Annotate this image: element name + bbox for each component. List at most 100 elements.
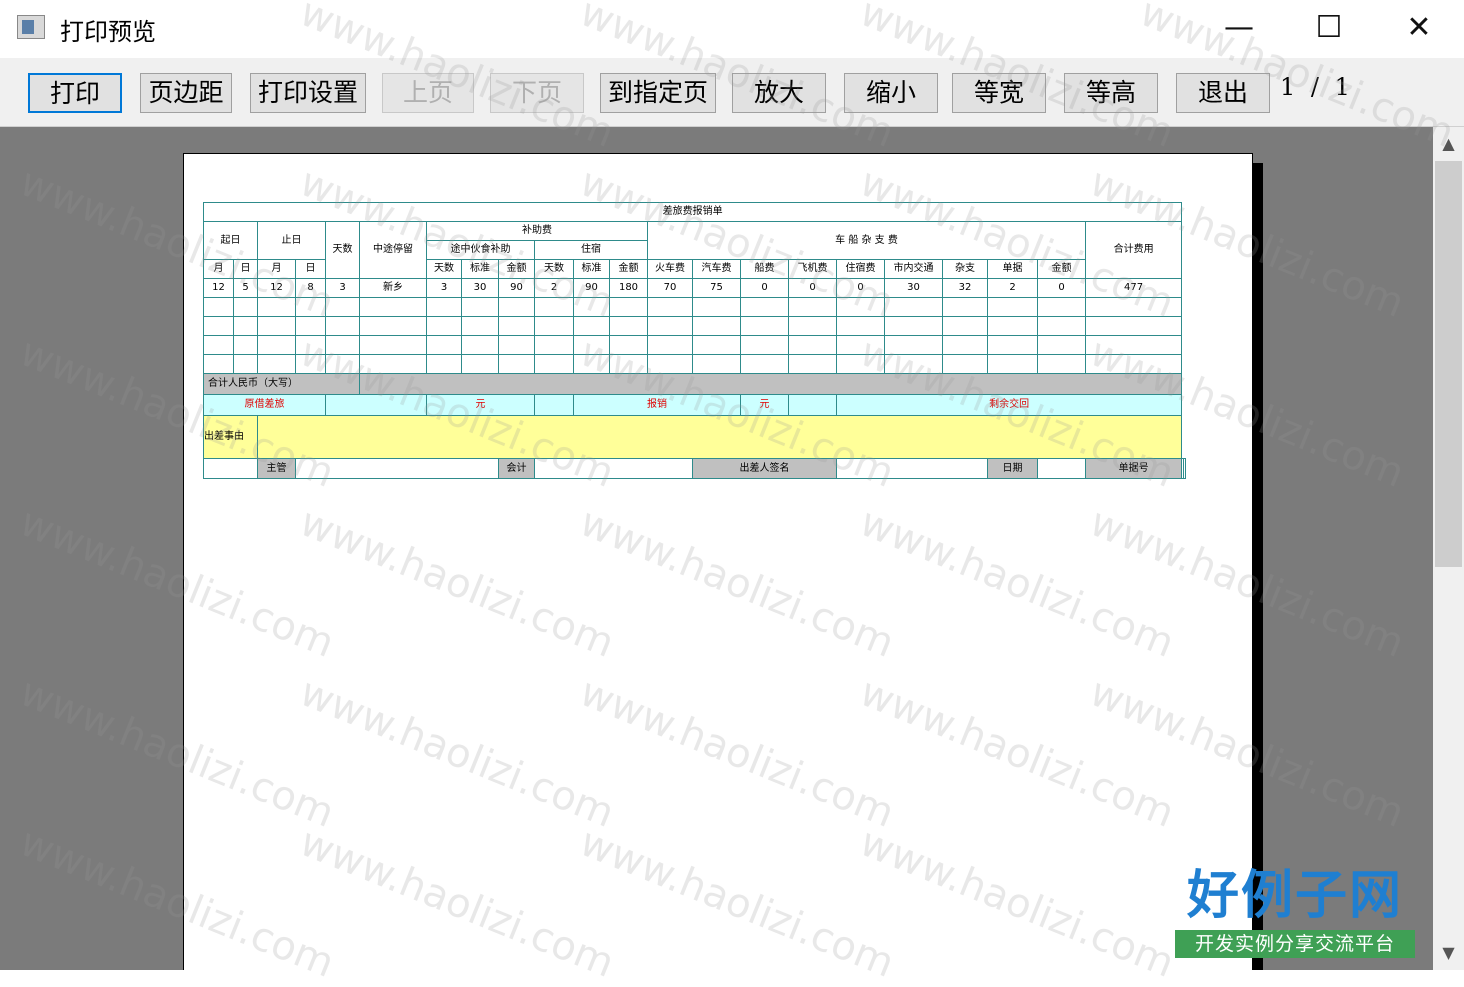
traveler-signature-label: 出差人签名 xyxy=(692,458,837,479)
header-meal-days: 天数 xyxy=(426,259,462,279)
header-lodging: 住宿 xyxy=(534,240,648,260)
supervisor-value xyxy=(295,458,499,479)
cell-lodge-std: 90 xyxy=(573,278,610,298)
scroll-up-icon[interactable]: ▲ xyxy=(1433,127,1464,161)
scroll-down-icon[interactable]: ▼ xyxy=(1433,936,1464,970)
cell-stop: 新乡 xyxy=(359,278,427,298)
exit-button[interactable]: 退出 xyxy=(1176,73,1270,113)
header-ship: 船费 xyxy=(740,259,789,279)
header-allowance: 补助费 xyxy=(426,221,648,241)
advance-value xyxy=(325,394,427,416)
header-vehicle: 车 船 杂 支 费 xyxy=(647,221,1086,260)
yuan-label: 元 xyxy=(426,394,535,416)
header-day: 日 xyxy=(233,259,258,279)
title-bar: 打印预览 — ☐ ✕ xyxy=(0,0,1464,58)
reimburse-value xyxy=(534,394,574,416)
toolbar: 打印 页边距 打印设置 上页 下页 到指定页 放大 缩小 等宽 等高 退出 xyxy=(0,58,1464,127)
cell-lodge-amt: 180 xyxy=(609,278,648,298)
maximize-button[interactable]: ☐ xyxy=(1284,0,1374,56)
settlement-row: 原借差旅 元 报销 元 剩余交回 xyxy=(203,394,1186,416)
fit-height-button[interactable]: 等高 xyxy=(1064,73,1158,113)
cell-end-day: 8 xyxy=(295,278,326,298)
header-month: 月 xyxy=(203,259,234,279)
preview-viewport[interactable]: 差旅费报销单 起日 止日 天数 中途停留 补助费 车 船 杂 支 费 合计费用 … xyxy=(0,127,1433,970)
doc-number-label: 单据号 xyxy=(1084,458,1183,479)
page-total: 1 xyxy=(1334,73,1350,101)
header-vehicle-amt: 金额 xyxy=(1037,259,1086,279)
header-month: 月 xyxy=(257,259,296,279)
preview-page: 差旅费报销单 起日 止日 天数 中途停留 补助费 车 船 杂 支 费 合计费用 … xyxy=(183,153,1253,970)
zoom-out-button[interactable]: 缩小 xyxy=(844,73,938,113)
fit-width-button[interactable]: 等宽 xyxy=(952,73,1046,113)
date-label: 日期 xyxy=(987,458,1038,479)
cell-end-month: 12 xyxy=(257,278,296,298)
header-lodge-amt: 金额 xyxy=(609,259,648,279)
logo-main-text: 好例子网 xyxy=(1186,866,1403,926)
yuan-label: 元 xyxy=(740,394,789,416)
header-meal-std: 标准 xyxy=(461,259,499,279)
accountant-label: 会计 xyxy=(498,458,535,479)
scroll-thumb[interactable] xyxy=(1435,161,1462,567)
cell-hotel: 0 xyxy=(836,278,885,298)
header-end-date: 止日 xyxy=(257,221,326,260)
header-bus: 汽车费 xyxy=(692,259,741,279)
cell-start-month: 12 xyxy=(203,278,234,298)
date-value xyxy=(1037,458,1086,479)
total-amount-value xyxy=(358,373,1183,395)
header-total: 合计费用 xyxy=(1084,221,1183,279)
header-lodge-std: 标准 xyxy=(573,259,610,279)
table-row xyxy=(203,354,1186,374)
accountant-value xyxy=(534,458,693,479)
cell-start-day: 5 xyxy=(233,278,258,298)
sheet-title: 差旅费报销单 xyxy=(202,202,1183,222)
prev-page-button[interactable]: 上页 xyxy=(382,73,474,113)
print-button[interactable]: 打印 xyxy=(28,73,122,113)
cell-lodge-days: 2 xyxy=(534,278,574,298)
header-meal-amt: 金额 xyxy=(498,259,535,279)
cell-city-transport: 30 xyxy=(884,278,943,298)
zoom-in-button[interactable]: 放大 xyxy=(732,73,826,113)
header-meal-allowance: 途中伙食补助 xyxy=(426,240,535,260)
supervisor-label: 主管 xyxy=(257,458,296,479)
cell-bus: 75 xyxy=(692,278,741,298)
total-amount-label: 合计人民币（大写） xyxy=(203,373,360,395)
cell-docs: 2 xyxy=(987,278,1038,298)
header-train: 火车费 xyxy=(647,259,693,279)
header-hotel: 住宿费 xyxy=(836,259,885,279)
table-row: 12 5 12 8 3 新乡 3 30 90 2 90 180 70 75 0 … xyxy=(203,278,1186,298)
table-row xyxy=(203,335,1186,355)
reason-value xyxy=(256,415,1183,459)
expense-sheet: 差旅费报销单 起日 止日 天数 中途停留 补助费 车 船 杂 支 费 合计费用 … xyxy=(202,202,1186,479)
cell-days: 3 xyxy=(325,278,360,298)
header-days: 天数 xyxy=(325,221,360,279)
vertical-scrollbar[interactable]: ▲ ▼ xyxy=(1433,127,1464,970)
signature-row: 主管 会计 出差人签名 日期 单据号 xyxy=(203,458,1186,479)
table-row xyxy=(203,297,1186,317)
logo-sub-text: 开发实例分享交流平台 xyxy=(1175,930,1415,958)
app-icon xyxy=(17,15,45,39)
cell-vehicle-amt: 0 xyxy=(1037,278,1086,298)
cell-total: 477 xyxy=(1084,278,1183,298)
traveler-signature-value xyxy=(836,458,988,479)
cell-ship: 0 xyxy=(740,278,789,298)
total-row: 合计人民币（大写） xyxy=(203,373,1186,395)
cell-plane: 0 xyxy=(788,278,837,298)
minimize-button[interactable]: — xyxy=(1194,0,1284,56)
header-stops: 中途停留 xyxy=(359,221,427,279)
advance-label: 原借差旅 xyxy=(203,394,326,416)
next-page-button[interactable]: 下页 xyxy=(490,73,584,113)
page-separator: / xyxy=(1310,73,1320,101)
close-button[interactable]: ✕ xyxy=(1374,0,1464,56)
cell-train: 70 xyxy=(647,278,693,298)
window-title: 打印预览 xyxy=(60,18,156,46)
cell-meal-days: 3 xyxy=(426,278,462,298)
site-logo: 好例子网 开发实例分享交流平台 xyxy=(1175,866,1415,961)
reason-label: 出差事由 xyxy=(203,415,258,459)
header-plane: 飞机费 xyxy=(788,259,837,279)
reason-row: 出差事由 xyxy=(203,415,1186,459)
header-misc: 杂支 xyxy=(942,259,988,279)
cell-misc: 32 xyxy=(942,278,988,298)
margins-button[interactable]: 页边距 xyxy=(140,73,232,113)
print-setup-button[interactable]: 打印设置 xyxy=(250,73,366,113)
goto-page-button[interactable]: 到指定页 xyxy=(600,73,716,113)
